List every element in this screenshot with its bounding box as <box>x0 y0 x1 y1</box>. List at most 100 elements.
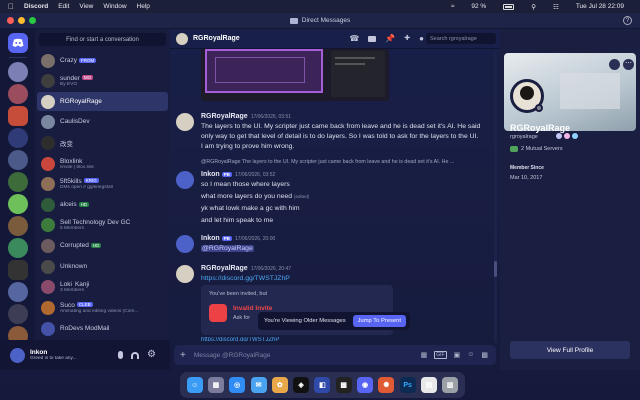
microphone-icon[interactable] <box>118 351 123 359</box>
dock-app-icon[interactable]: ✺ <box>378 377 395 393</box>
server-icon[interactable] <box>8 238 28 258</box>
dm-item[interactable]: Suco CLEB Animating and editing videos (Co… <box>37 298 168 317</box>
menu-app-name[interactable]: Discord <box>24 3 48 10</box>
minimize-window-button[interactable] <box>18 17 25 24</box>
nitro-badge-icon[interactable] <box>556 133 562 139</box>
server-icon[interactable] <box>8 282 28 302</box>
apps-icon[interactable]: ▩ <box>481 351 488 359</box>
user-profile-icon[interactable]: ● <box>419 34 424 43</box>
dm-item[interactable]: 改变 <box>37 133 168 152</box>
server-icon[interactable] <box>8 62 28 82</box>
server-icon[interactable] <box>8 150 28 170</box>
wifi-icon[interactable]: ≈ <box>451 3 455 10</box>
avatar[interactable] <box>41 238 55 253</box>
chat-header-name[interactable]: RGRoyalRage <box>193 35 240 42</box>
search-icon[interactable]: ⚲ <box>531 3 536 11</box>
dock-app-icon[interactable]: ▦ <box>207 377 224 393</box>
avatar[interactable] <box>41 217 55 232</box>
server-icon[interactable] <box>8 304 28 324</box>
gif-icon[interactable]: GIF <box>434 351 447 359</box>
pin-icon[interactable]: 📌 <box>385 34 395 43</box>
dock-app-icon[interactable]: ◈ <box>293 377 310 393</box>
quest-badge-icon[interactable] <box>572 133 578 139</box>
message-author[interactable]: Inkon <box>201 235 220 242</box>
avatar[interactable] <box>41 259 55 274</box>
profile-avatar[interactable] <box>510 79 544 113</box>
apple-icon[interactable]:  <box>8 2 14 11</box>
dock-app-icon[interactable]: Ps <box>399 377 416 393</box>
booster-badge-icon[interactable] <box>564 133 570 139</box>
dm-item[interactable]: Crazy FROM <box>37 51 168 70</box>
avatar[interactable] <box>41 176 55 191</box>
dm-item[interactable]: Loki Kanji 3 Members <box>37 277 168 296</box>
avatar[interactable] <box>41 279 55 294</box>
avatar[interactable] <box>176 171 194 189</box>
avatar[interactable] <box>41 135 55 150</box>
dock-app-icon[interactable]: ▩ <box>335 377 352 393</box>
dm-item[interactable]: Unknown <box>37 257 168 276</box>
dock-app-icon[interactable]: ▥ <box>442 377 459 393</box>
mention[interactable]: @RGRoyalRage <box>201 245 254 252</box>
message-author[interactable]: Inkon <box>201 171 220 178</box>
avatar[interactable] <box>176 113 194 131</box>
scrollbar-track[interactable] <box>494 51 497 343</box>
server-icon[interactable] <box>8 216 28 236</box>
menu-window[interactable]: Window <box>103 3 126 10</box>
dock-app-icon[interactable]: ✉ <box>250 377 267 393</box>
avatar[interactable] <box>41 156 55 171</box>
avatar[interactable] <box>176 32 188 45</box>
help-icon[interactable]: ? <box>623 16 632 25</box>
dock-app-icon[interactable]: ◎ <box>229 377 246 393</box>
settings-gear-icon[interactable]: ⚙ <box>147 350 156 360</box>
search-input[interactable]: Search rgroyalrage <box>426 33 496 44</box>
jump-to-present-button[interactable]: Jump To Present <box>352 315 406 327</box>
view-full-profile-button[interactable]: View Full Profile <box>510 341 630 359</box>
zoom-window-button[interactable] <box>29 17 36 24</box>
dock-app-icon[interactable]: ☺ <box>186 377 203 393</box>
avatar[interactable] <box>41 73 55 88</box>
server-icon[interactable] <box>8 128 28 148</box>
dock-app-icon[interactable]: ◧ <box>314 377 331 393</box>
dm-item[interactable]: 5ft5kills KRIG DMs open // gg/kriegsfall <box>37 174 168 193</box>
message-attachment-image[interactable] <box>201 49 389 101</box>
clan-tag[interactable]: PB <box>221 235 232 241</box>
clan-tag[interactable]: PB <box>221 171 232 177</box>
avatar[interactable] <box>41 94 55 109</box>
avatar[interactable] <box>41 197 55 212</box>
server-icon[interactable] <box>8 260 28 280</box>
control-center-icon[interactable]: ☷ <box>553 3 559 11</box>
message-input[interactable]: Message @RGRoyalRage <box>194 352 421 359</box>
dm-item[interactable]: RoDevs ModMail <box>37 319 168 338</box>
more-options-icon[interactable]: ⋯ <box>623 59 634 70</box>
dm-item[interactable]: CaulisDev <box>37 112 168 131</box>
mutual-servers[interactable]: 2 Mutual Servers <box>521 146 563 152</box>
server-icon[interactable] <box>8 106 28 126</box>
dm-item[interactable]: Bloxlink/invite | blox.link <box>37 154 168 173</box>
message-author[interactable]: RGRoyalRage <box>201 265 248 272</box>
sticker-icon[interactable]: ▣ <box>454 351 461 359</box>
add-friend-icon[interactable]: ✚ <box>404 34 410 43</box>
message-author[interactable]: RGRoyalRage <box>201 113 248 120</box>
battery-icon[interactable] <box>503 3 515 10</box>
invite-link[interactable]: https://discord.gg/TWSTJZhP <box>201 275 290 282</box>
avatar[interactable] <box>41 53 55 68</box>
dm-item[interactable]: Corrupted HD <box>37 236 168 255</box>
dm-item[interactable]: alceis HD <box>37 195 168 214</box>
dm-item[interactable]: Sell Technology Dev GC 5 Members <box>37 215 168 234</box>
emoji-icon[interactable]: ☺ <box>467 351 474 359</box>
video-call-icon[interactable] <box>368 36 377 42</box>
close-window-button[interactable] <box>7 17 14 24</box>
dm-item[interactable]: RGRoyalRage <box>37 92 168 111</box>
avatar[interactable] <box>41 321 55 336</box>
dock-app-icon[interactable]: ◉ <box>357 377 374 393</box>
scrollbar-thumb[interactable] <box>494 261 497 277</box>
find-conversation-button[interactable]: Find or start a conversation <box>39 33 166 46</box>
dm-item[interactable]: sunder MO By EVO <box>37 71 168 90</box>
menu-edit[interactable]: Edit <box>58 3 69 10</box>
avatar[interactable] <box>41 114 55 129</box>
dock-app-icon[interactable]: ✿ <box>271 377 288 393</box>
clock[interactable]: Tue Jul 28 22:09 <box>576 3 624 10</box>
voice-call-icon[interactable]: ☎ <box>349 34 359 43</box>
dock-app-icon[interactable]: ▤ <box>420 377 437 393</box>
reply-preview[interactable]: @RGRoyalRage The layers to the UI. My sc… <box>201 159 486 165</box>
